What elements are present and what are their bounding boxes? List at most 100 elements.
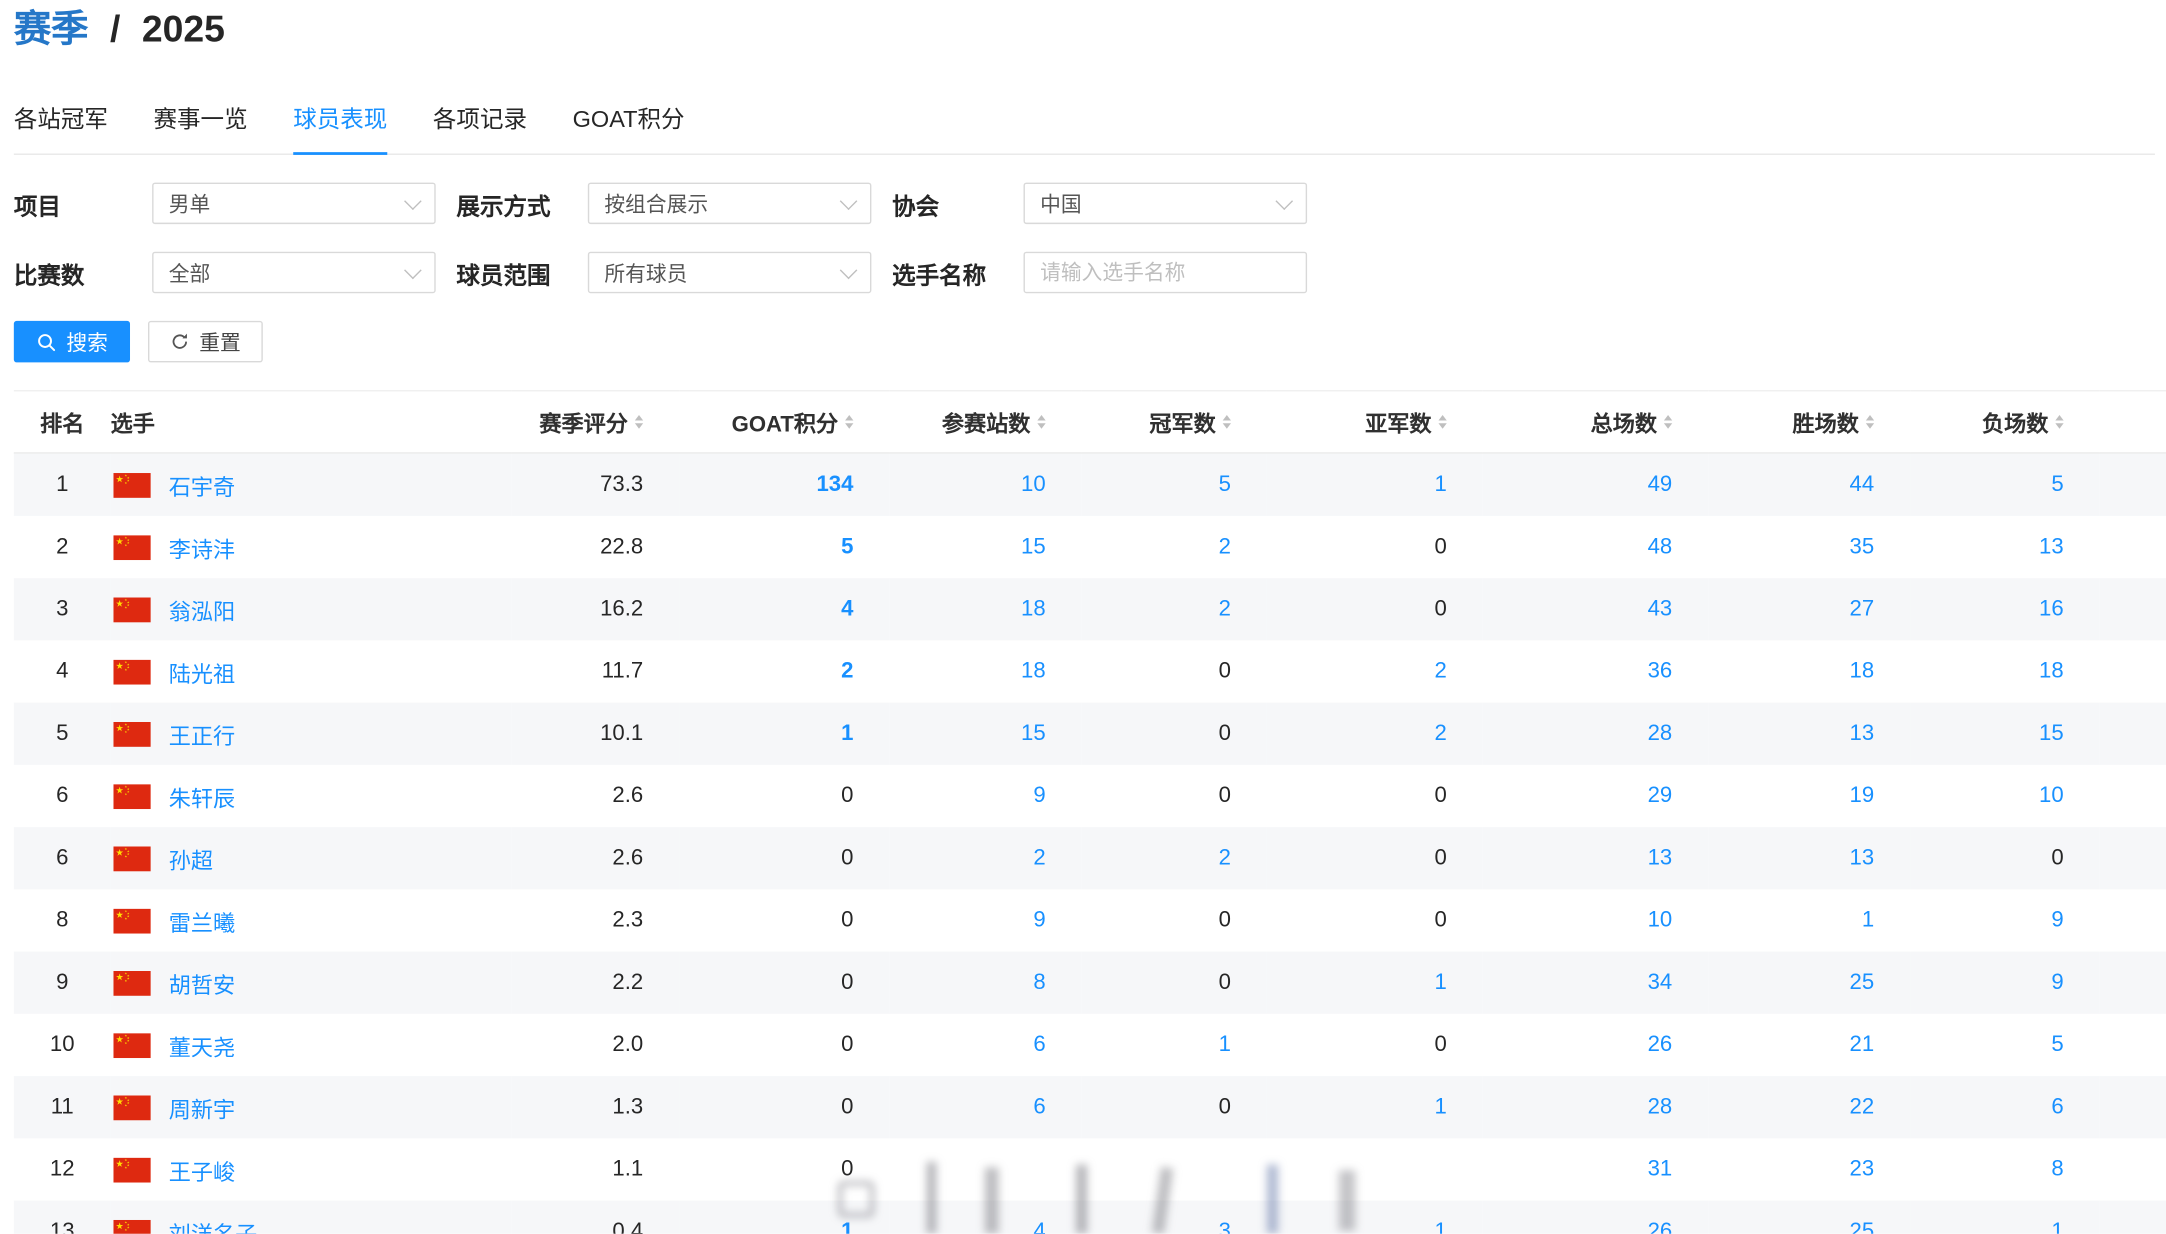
wins-link[interactable]: 13 <box>1850 846 1875 870</box>
losses-link[interactable]: 15 <box>2039 721 2064 745</box>
association-select[interactable]: 中国 <box>1024 183 1308 224</box>
total-link[interactable]: 26 <box>1648 1219 1673 1234</box>
losses-link[interactable]: 10 <box>2039 784 2064 808</box>
stations-link[interactable]: 2 <box>1033 846 1045 870</box>
stations-link[interactable]: 18 <box>1021 597 1046 621</box>
losses-link[interactable]: 18 <box>2039 659 2064 683</box>
total-link[interactable]: 43 <box>1648 597 1673 621</box>
losses-link[interactable]: 5 <box>2051 472 2063 496</box>
stations-link[interactable]: 8 <box>1033 970 1045 994</box>
wins-link[interactable]: 23 <box>1850 1157 1875 1181</box>
total-link[interactable]: 13 <box>1648 846 1673 870</box>
player-name-link[interactable]: 李诗沣 <box>169 530 235 563</box>
wins-link[interactable]: 21 <box>1850 1033 1875 1057</box>
column-header-7[interactable]: 亚军数 <box>1267 391 1483 453</box>
goat-link[interactable]: 2 <box>841 659 853 683</box>
sort-icons[interactable] <box>635 415 643 429</box>
player-name-link[interactable]: 翁泓阳 <box>169 593 235 626</box>
stations-link[interactable]: 10 <box>1021 472 1046 496</box>
total-link[interactable]: 34 <box>1648 970 1673 994</box>
champions-link[interactable]: 2 <box>1219 597 1231 621</box>
sort-icons[interactable] <box>1664 415 1672 429</box>
player-name-link[interactable]: 孙超 <box>169 842 213 875</box>
wins-link[interactable]: 25 <box>1850 1219 1875 1234</box>
wins-link[interactable]: 27 <box>1850 597 1875 621</box>
sort-icons[interactable] <box>1438 415 1446 429</box>
stations-link[interactable]: 6 <box>1033 1095 1045 1119</box>
wins-link[interactable]: 13 <box>1850 721 1875 745</box>
column-header-4[interactable]: GOAT积分 <box>679 391 889 453</box>
display-mode-select[interactable]: 按组合展示 <box>588 183 872 224</box>
player-name-link[interactable]: 王子峻 <box>169 1153 235 1186</box>
player-name-link[interactable]: 雷兰曦 <box>169 904 235 937</box>
total-link[interactable]: 28 <box>1648 1095 1673 1119</box>
champions-link[interactable]: 2 <box>1219 535 1231 559</box>
player-name-link[interactable]: 陆光祖 <box>169 655 235 688</box>
champions-link[interactable]: 2 <box>1219 846 1231 870</box>
losses-link[interactable]: 13 <box>2039 535 2064 559</box>
stations-link[interactable]: 18 <box>1021 659 1046 683</box>
column-header-10[interactable]: 负场数 <box>1910 391 2099 453</box>
tab-event-list[interactable]: 赛事一览 <box>154 94 248 153</box>
player-name-link[interactable]: 石宇奇 <box>169 468 235 501</box>
player-name-link[interactable]: 朱轩辰 <box>169 779 235 812</box>
champions-link[interactable]: 1 <box>1219 1033 1231 1057</box>
runners_up-link[interactable]: 1 <box>1434 1219 1446 1234</box>
total-link[interactable]: 29 <box>1648 784 1673 808</box>
wins-link[interactable]: 18 <box>1850 659 1875 683</box>
stations-link[interactable]: 4 <box>1033 1219 1045 1234</box>
total-link[interactable]: 36 <box>1648 659 1673 683</box>
column-header-11[interactable]: 胜率 <box>2100 391 2166 453</box>
player-name-input[interactable] <box>1024 252 1308 293</box>
event-select[interactable]: 男单 <box>152 183 436 224</box>
tab-station-champions[interactable]: 各站冠军 <box>14 94 108 153</box>
total-link[interactable]: 48 <box>1648 535 1673 559</box>
total-link[interactable]: 28 <box>1648 721 1673 745</box>
sort-icons[interactable] <box>1866 415 1874 429</box>
runners_up-link[interactable]: 1 <box>1434 1095 1446 1119</box>
column-header-8[interactable]: 总场数 <box>1483 391 1708 453</box>
tab-goat-points[interactable]: GOAT积分 <box>573 94 685 153</box>
total-link[interactable]: 10 <box>1648 908 1673 932</box>
column-header-6[interactable]: 冠军数 <box>1082 391 1267 453</box>
goat-link[interactable]: 1 <box>841 1219 853 1234</box>
total-link[interactable]: 31 <box>1648 1157 1673 1181</box>
losses-link[interactable]: 1 <box>2051 1219 2063 1234</box>
tab-records[interactable]: 各项记录 <box>433 94 527 153</box>
column-header-3[interactable]: 赛季评分 <box>512 391 679 453</box>
runners_up-link[interactable]: 2 <box>1434 721 1446 745</box>
reset-button[interactable]: 重置 <box>148 321 263 362</box>
sort-icons[interactable] <box>1037 415 1045 429</box>
stations-link[interactable]: 6 <box>1033 1033 1045 1057</box>
stations-link[interactable]: 15 <box>1021 535 1046 559</box>
sort-icons[interactable] <box>1223 415 1231 429</box>
losses-link[interactable]: 6 <box>2051 1095 2063 1119</box>
goat-link[interactable]: 1 <box>841 721 853 745</box>
player-name-link[interactable]: 王正行 <box>169 717 235 750</box>
runners_up-link[interactable]: 2 <box>1434 659 1446 683</box>
wins-link[interactable]: 1 <box>1862 908 1874 932</box>
wins-link[interactable]: 19 <box>1850 784 1875 808</box>
search-button[interactable]: 搜索 <box>14 321 130 362</box>
losses-link[interactable]: 9 <box>2051 970 2063 994</box>
wins-link[interactable]: 44 <box>1850 472 1875 496</box>
tab-player-performance[interactable]: 球员表现 <box>293 94 387 153</box>
sort-icons[interactable] <box>2055 415 2063 429</box>
losses-link[interactable]: 8 <box>2051 1157 2063 1181</box>
losses-link[interactable]: 5 <box>2051 1033 2063 1057</box>
runners_up-link[interactable]: 1 <box>1434 970 1446 994</box>
player-name-link[interactable]: 周新宇 <box>169 1091 235 1124</box>
losses-link[interactable]: 9 <box>2051 908 2063 932</box>
stations-link[interactable]: 9 <box>1033 784 1045 808</box>
losses-link[interactable]: 16 <box>2039 597 2064 621</box>
champions-link[interactable]: 3 <box>1219 1219 1231 1234</box>
player-name-link[interactable]: 董天尧 <box>169 1028 235 1061</box>
column-header-5[interactable]: 参赛站数 <box>889 391 1081 453</box>
total-link[interactable]: 49 <box>1648 472 1673 496</box>
player-name-link[interactable]: 刘洋名子 <box>169 1215 258 1234</box>
wins-link[interactable]: 25 <box>1850 970 1875 994</box>
player-range-select[interactable]: 所有球员 <box>588 252 872 293</box>
runners_up-link[interactable]: 1 <box>1434 472 1446 496</box>
goat-link[interactable]: 4 <box>841 597 853 621</box>
player-name-link[interactable]: 胡哲安 <box>169 966 235 999</box>
